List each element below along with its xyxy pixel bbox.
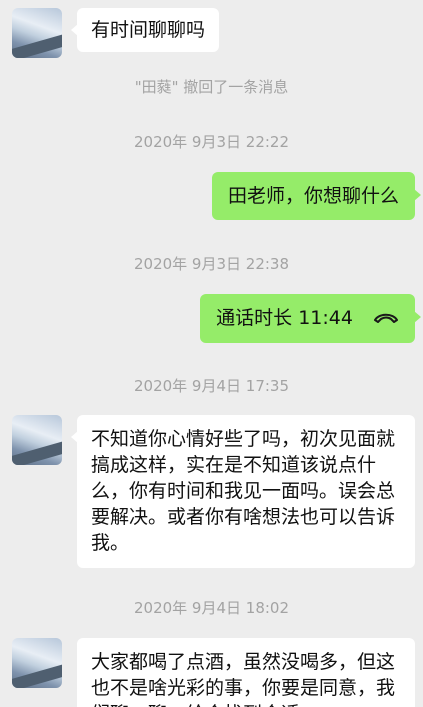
phone-hangup-icon (373, 306, 399, 332)
timestamp: 2020年 9月3日 22:38 (133, 255, 290, 273)
call-duration-text: 通话时长 11:44 (216, 307, 353, 329)
contact-avatar[interactable] (12, 415, 62, 465)
incoming-message-bubble[interactable]: 有时间聊聊吗 (70, 8, 220, 52)
incoming-message-bubble[interactable]: 大家都喝了点酒，虽然没喝多，但这也不是啥光彩的事，你要是同意，我们聊一聊，给个找… (77, 638, 415, 707)
message-text: 有时间聊聊吗 (91, 19, 206, 41)
call-record-bubble[interactable]: 通话时长 11:44 (200, 294, 421, 343)
contact-avatar[interactable] (12, 638, 62, 688)
message-text: 不知道你心情好些了吗，初次见面就搞成这样，实在是不知道该说点什么，你有时间和我见… (91, 428, 396, 554)
incoming-message-bubble[interactable]: 不知道你心情好些了吗，初次见面就搞成这样，实在是不知道该说点什么，你有时间和我见… (71, 415, 415, 568)
timestamp: 2020年 9月3日 22:22 (133, 133, 290, 151)
contact-avatar[interactable] (12, 8, 62, 58)
recall-notice: "田蕤" 撤回了一条消息 (134, 78, 289, 96)
message-text: 田老师，你想聊什么 (227, 185, 399, 207)
timestamp: 2020年 9月4日 17:35 (133, 377, 290, 395)
outgoing-message-bubble[interactable]: 田老师，你想聊什么 (211, 172, 422, 220)
message-text: 大家都喝了点酒，虽然没喝多，但这也不是啥光彩的事，你要是同意，我们聊一聊，给个找… (91, 651, 396, 707)
timestamp: 2020年 9月4日 18:02 (133, 599, 290, 617)
